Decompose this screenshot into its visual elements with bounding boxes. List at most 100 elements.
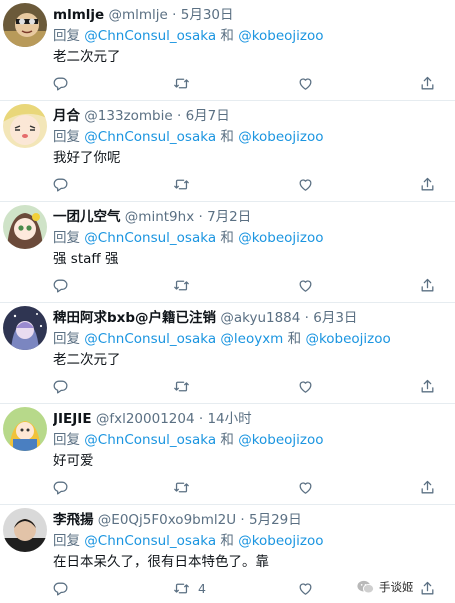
- reply-button[interactable]: [52, 577, 77, 599]
- user-handle[interactable]: @akyu1884: [220, 310, 300, 326]
- reply-icon: [53, 279, 68, 293]
- mention-link[interactable]: @leoyxm: [220, 331, 283, 347]
- share-icon: [421, 76, 434, 89]
- retweet-icon: [174, 482, 189, 492]
- reply-button[interactable]: [52, 476, 77, 498]
- tweet[interactable]: 月合 @133zombie · 6月7日 回复 @ChnConsul_osaka…: [0, 101, 455, 202]
- separator-dot: ·: [172, 7, 177, 23]
- like-icon: [299, 481, 312, 494]
- timestamp[interactable]: 6月7日: [186, 108, 230, 124]
- timestamp[interactable]: 5月29日: [249, 512, 302, 528]
- user-handle[interactable]: @E0Qj5F0xo9bml2U: [98, 512, 236, 528]
- mention-link[interactable]: @ChnConsul_osaka: [84, 129, 216, 145]
- avatar[interactable]: [3, 3, 47, 47]
- share-icon: [421, 177, 434, 190]
- reply-button[interactable]: [52, 72, 77, 94]
- avatar[interactable]: [3, 306, 47, 350]
- wechat-logo-icon: [357, 580, 374, 594]
- mention-link[interactable]: @kobeojizoo: [238, 230, 323, 246]
- like-icon: [299, 582, 312, 595]
- share-button[interactable]: [419, 577, 436, 599]
- tweet[interactable]: mlmlje @mlmlje · 5月30日 回复 @ChnConsul_osa…: [0, 0, 455, 101]
- avatar[interactable]: [3, 205, 47, 249]
- mention-link[interactable]: @ChnConsul_osaka: [84, 230, 216, 246]
- share-icon: [421, 480, 434, 493]
- user-handle[interactable]: @133zombie: [84, 108, 172, 124]
- timestamp[interactable]: 6月3日: [313, 310, 357, 326]
- display-name[interactable]: 月合: [53, 108, 80, 124]
- share-icon: [421, 379, 434, 392]
- reply-button[interactable]: [52, 173, 77, 195]
- reply-icon: [53, 481, 68, 495]
- tweet-actions: [50, 173, 435, 195]
- tweet[interactable]: 一团儿空气 @mint9hx · 7月2日 回复 @ChnConsul_osak…: [0, 202, 455, 303]
- display-name[interactable]: 稗田阿求bxb@户籍已注销: [53, 310, 216, 326]
- display-name[interactable]: JIEJIE: [53, 411, 92, 427]
- avatar[interactable]: [3, 508, 47, 552]
- tweet[interactable]: JIEJIE @fxl20001204 · 14小时 回复 @ChnConsul…: [0, 404, 455, 505]
- share-button[interactable]: [419, 476, 436, 498]
- like-icon: [299, 279, 312, 292]
- like-button[interactable]: [297, 375, 322, 397]
- tweet-actions: [50, 274, 435, 296]
- mention-link[interactable]: @kobeojizoo: [238, 129, 323, 145]
- tweet-text: 强 staff 强: [53, 251, 119, 267]
- avatar[interactable]: [3, 407, 47, 451]
- share-button[interactable]: [419, 173, 436, 195]
- retweet-button[interactable]: [173, 476, 198, 498]
- reply-context: 回复 @ChnConsul_osaka 和 @kobeojizoo: [53, 430, 451, 450]
- retweet-icon: [174, 381, 189, 391]
- retweet-button[interactable]: [173, 173, 198, 195]
- retweet-icon: [174, 583, 189, 593]
- mention-link[interactable]: @kobeojizoo: [238, 28, 323, 44]
- mention-link[interactable]: @ChnConsul_osaka: [84, 331, 216, 347]
- reply-icon: [53, 582, 68, 596]
- reply-prefix: 回复: [53, 28, 80, 44]
- reply-button[interactable]: [52, 375, 77, 397]
- retweet-button[interactable]: [173, 274, 198, 296]
- reply-context: 回复 @ChnConsul_osaka 和 @kobeojizoo: [53, 26, 451, 46]
- mention-joiner: 和: [220, 432, 234, 448]
- like-button[interactable]: [297, 173, 322, 195]
- mention-link[interactable]: @kobeojizoo: [238, 533, 323, 549]
- display-name[interactable]: mlmlje: [53, 7, 104, 23]
- mention-link[interactable]: @ChnConsul_osaka: [84, 533, 216, 549]
- share-button[interactable]: [419, 72, 436, 94]
- reply-prefix: 回复: [53, 432, 80, 448]
- mention-link[interactable]: @kobeojizoo: [305, 331, 390, 347]
- user-handle[interactable]: @fxl20001204: [96, 411, 195, 427]
- display-name[interactable]: 李飛揚: [53, 512, 94, 528]
- like-button[interactable]: [297, 72, 322, 94]
- watermark-text: 手谈姬: [379, 580, 414, 594]
- mention-link[interactable]: @kobeojizoo: [238, 432, 323, 448]
- timestamp[interactable]: 5月30日: [181, 7, 234, 23]
- user-handle[interactable]: @mint9hx: [125, 209, 194, 225]
- user-handle[interactable]: @mlmlje: [108, 7, 167, 23]
- retweet-button[interactable]: [173, 72, 198, 94]
- mention-link[interactable]: @ChnConsul_osaka: [84, 28, 216, 44]
- tweet-text: 老二次元了: [53, 49, 121, 65]
- tweet[interactable]: 稗田阿求bxb@户籍已注销 @akyu1884 · 6月3日 回复 @ChnCo…: [0, 303, 455, 404]
- timestamp[interactable]: 14小时: [207, 411, 251, 427]
- tweet-header: 稗田阿求bxb@户籍已注销 @akyu1884 · 6月3日: [53, 308, 451, 328]
- separator-dot: ·: [176, 108, 182, 124]
- separator-dot: ·: [198, 411, 204, 427]
- like-button[interactable]: [297, 274, 322, 296]
- mention-link[interactable]: @ChnConsul_osaka: [84, 432, 216, 448]
- reply-button[interactable]: [52, 274, 77, 296]
- display-name[interactable]: 一团儿空气: [53, 209, 121, 225]
- tweet-header: 一团儿空气 @mint9hx · 7月2日: [53, 207, 451, 227]
- retweet-button[interactable]: [173, 375, 198, 397]
- like-button[interactable]: [297, 476, 322, 498]
- retweet-button[interactable]: 4: [173, 577, 206, 599]
- reply-context: 回复 @ChnConsul_osaka 和 @kobeojizoo: [53, 531, 451, 551]
- mention-joiner: 和: [220, 28, 234, 44]
- share-button[interactable]: [419, 274, 436, 296]
- like-button[interactable]: [297, 577, 322, 599]
- share-button[interactable]: [419, 375, 436, 397]
- reply-context: 回复 @ChnConsul_osaka 和 @kobeojizoo: [53, 228, 451, 248]
- avatar[interactable]: [3, 104, 47, 148]
- mention-joiner: 和: [220, 129, 234, 145]
- tweet-text: 老二次元了: [53, 352, 121, 368]
- timestamp[interactable]: 7月2日: [207, 209, 251, 225]
